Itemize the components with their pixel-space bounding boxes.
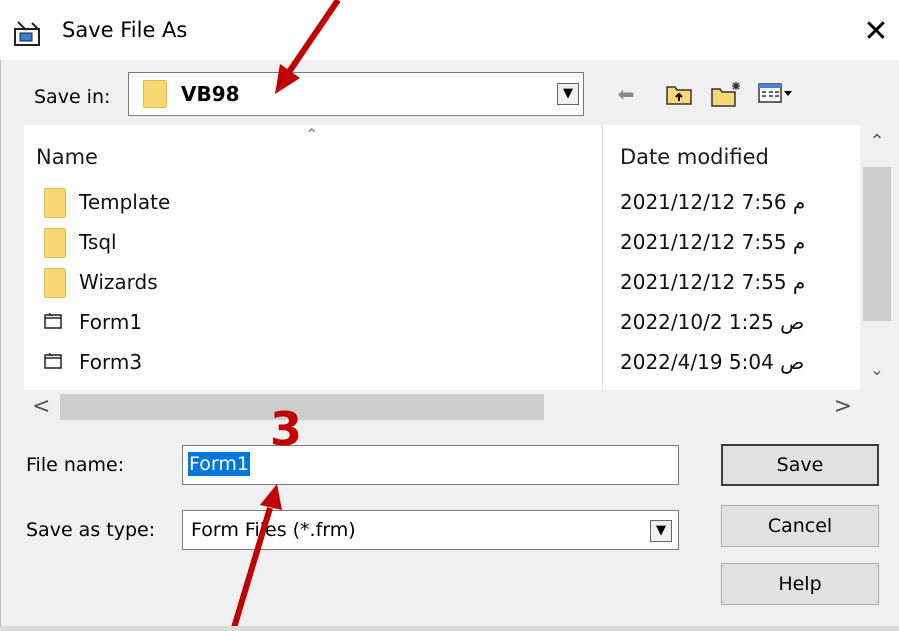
save-in-value: VB98: [181, 82, 240, 106]
file-date: 2021/12/12 م 7:55: [620, 230, 806, 254]
save-as-type-value: Form Files (*.frm): [191, 519, 356, 541]
back-button[interactable]: ⬅: [611, 80, 641, 108]
save-as-type-label: Save as type:: [26, 519, 156, 541]
file-date: 2022/4/19 ص 5:04: [620, 350, 805, 374]
column-header-date[interactable]: Date modified: [620, 145, 769, 169]
file-name: Wizards: [79, 270, 158, 294]
list-item[interactable]: Form3 2022/4/19 ص 5:04: [24, 343, 860, 383]
save-in-label: Save in:: [34, 86, 111, 108]
scroll-left-icon[interactable]: <: [32, 394, 50, 419]
view-menu-button[interactable]: [758, 80, 792, 108]
save-file-icon: [14, 21, 40, 46]
scroll-down-icon[interactable]: ⌄: [860, 360, 894, 379]
scroll-right-icon[interactable]: >: [834, 394, 852, 419]
file-list[interactable]: ⌃ Name Date modified Template 2021/12/12…: [24, 125, 894, 390]
new-folder-button[interactable]: [710, 80, 744, 108]
save-in-combo[interactable]: VB98 ▼: [128, 72, 584, 116]
list-item[interactable]: Template 2021/12/12 م 7:56: [24, 183, 860, 223]
file-name: Form3: [79, 350, 143, 374]
horizontal-scrollbar[interactable]: < >: [24, 390, 860, 424]
file-name: Template: [79, 190, 171, 214]
column-header-name[interactable]: Name: [36, 145, 98, 169]
up-folder-icon: [666, 86, 692, 105]
list-item[interactable]: Form1 2022/10/2 ص 1:25: [24, 303, 860, 343]
folder-icon: [44, 228, 66, 258]
file-date: 2022/10/2 ص 1:25: [620, 310, 805, 334]
file-date: 2021/12/12 م 7:55: [620, 270, 806, 294]
sort-indicator-icon: ⌃: [305, 125, 319, 144]
close-button[interactable]: ✕: [858, 14, 894, 50]
cancel-button[interactable]: Cancel: [721, 505, 879, 547]
file-name: Form1: [79, 310, 143, 334]
form-file-icon: [44, 353, 62, 369]
folder-icon: [44, 268, 66, 298]
file-name-label: File name:: [26, 454, 125, 476]
view-menu-icon: [758, 83, 792, 103]
file-date: 2021/12/12 م 7:56: [620, 190, 806, 214]
annotation-number: 3: [270, 402, 303, 456]
file-name-value[interactable]: Form1: [188, 452, 250, 476]
title-bar: Save File As ✕: [0, 0, 899, 60]
annotation-arrow-bottom: [230, 484, 282, 631]
help-button[interactable]: Help: [721, 563, 879, 605]
folder-icon: [44, 188, 66, 218]
window-bottom-edge: [0, 626, 899, 631]
folder-icon: [143, 80, 167, 108]
file-name-field[interactable]: Form1: [182, 445, 679, 485]
vertical-scrollbar[interactable]: ⌃ ⌄: [860, 125, 894, 390]
list-item[interactable]: Tsql 2021/12/12 م 7:55: [24, 223, 860, 263]
window-title: Save File As: [62, 18, 188, 42]
scroll-up-icon[interactable]: ⌃: [860, 131, 894, 152]
window-frame: [0, 60, 1, 626]
chevron-down-icon[interactable]: ▼: [650, 520, 672, 542]
up-folder-button[interactable]: [665, 80, 693, 108]
chevron-down-icon[interactable]: ▼: [557, 83, 579, 105]
save-as-type-combo[interactable]: Form Files (*.frm) ▼: [182, 510, 679, 550]
list-item[interactable]: Wizards 2021/12/12 م 7:55: [24, 263, 860, 303]
file-name: Tsql: [79, 230, 117, 254]
back-arrow-icon: ⬅: [617, 82, 635, 106]
scroll-thumb[interactable]: [863, 167, 891, 321]
new-folder-icon: [711, 82, 740, 107]
form-file-icon: [44, 313, 62, 329]
save-button[interactable]: Save: [721, 444, 879, 486]
